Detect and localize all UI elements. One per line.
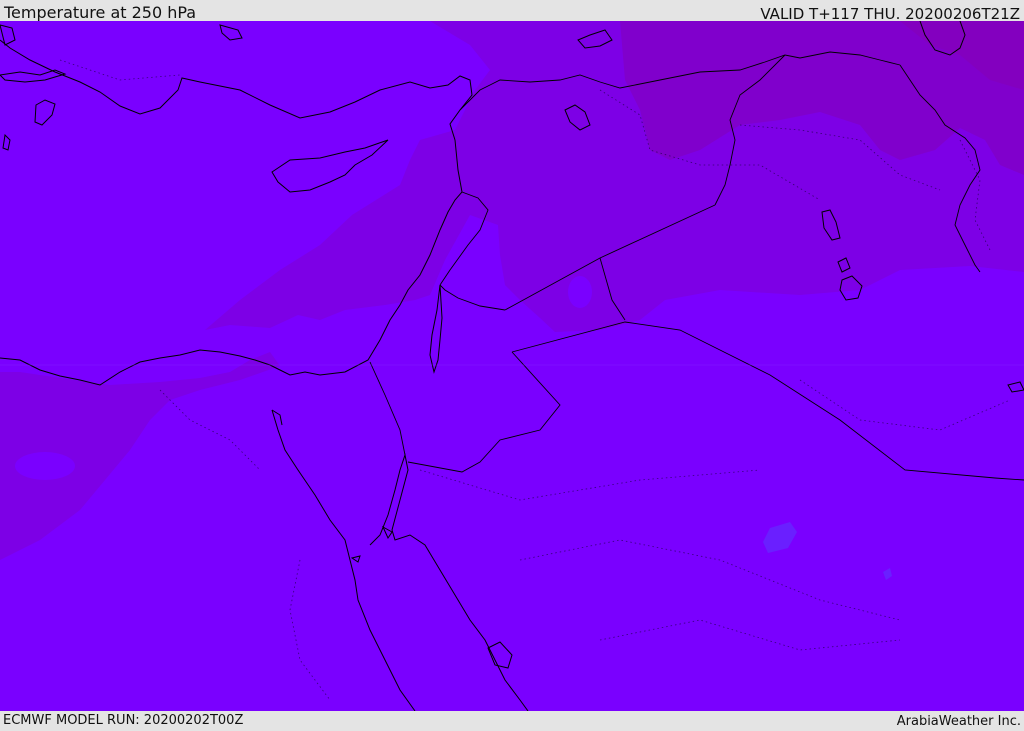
header-bar: Temperature at 250 hPa VALID T+117 THU. …	[0, 0, 1024, 23]
credit: ArabiaWeather Inc.	[896, 714, 1021, 729]
footer-bar: ECMWF MODEL RUN: 20200202T00Z ArabiaWeat…	[0, 711, 1024, 729]
model-run: ECMWF MODEL RUN: 20200202T00Z	[3, 713, 244, 728]
map-title: Temperature at 250 hPa	[4, 3, 197, 22]
cool-patch-west	[15, 452, 75, 480]
cool-patch-syria	[568, 276, 592, 308]
temperature-map	[0, 21, 1024, 711]
